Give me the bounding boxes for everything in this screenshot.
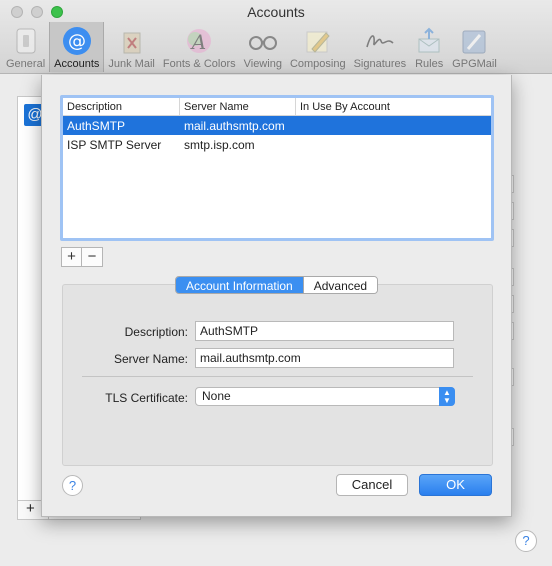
cancel-button[interactable]: Cancel <box>336 474 408 496</box>
settings-tab-control: Account Information Advanced <box>175 276 379 294</box>
server-settings-box <box>62 284 493 466</box>
smtp-server-sheet: Description Server Name In Use By Accoun… <box>41 75 512 517</box>
toolbar-item-label: Junk Mail <box>108 58 155 70</box>
table-header: Description Server Name In Use By Accoun… <box>63 98 491 116</box>
column-header-in-use[interactable]: In Use By Account <box>296 98 491 115</box>
font-a-icon: A <box>184 26 214 56</box>
toolbar-item-accounts[interactable]: @ Accounts <box>49 22 105 72</box>
column-header-server-name[interactable]: Server Name <box>180 98 296 115</box>
svg-text:@: @ <box>68 31 86 52</box>
trash-icon <box>117 26 147 56</box>
table-row[interactable]: ISP SMTP Server smtp.isp.com <box>63 135 491 154</box>
window-title: Accounts <box>247 4 305 20</box>
switch-icon <box>11 26 41 56</box>
ok-button[interactable]: OK <box>419 474 492 496</box>
svg-text:A: A <box>190 30 206 54</box>
toolbar-item-general[interactable]: General <box>2 22 49 72</box>
description-label: Description: <box>124 325 188 339</box>
glasses-icon <box>248 26 278 56</box>
toolbar-item-gpgmail[interactable]: GPGMail <box>448 22 501 72</box>
toolbar-item-label: Signatures <box>353 58 407 70</box>
pane-help-button[interactable]: ? <box>515 530 537 552</box>
signature-icon <box>365 26 395 56</box>
help-button[interactable]: ? <box>62 475 83 496</box>
column-header-description[interactable]: Description <box>63 98 180 115</box>
toolbar-item-label: Viewing <box>243 58 282 70</box>
updown-chevron-icon: ▲ ▼ <box>439 387 455 406</box>
smtp-server-table: Description Server Name In Use By Accoun… <box>60 95 494 241</box>
add-remove-controls: + − <box>61 247 103 267</box>
server-name-field[interactable] <box>195 348 454 368</box>
cell-description: AuthSMTP <box>67 118 126 133</box>
toolbar-item-label: Rules <box>415 58 444 70</box>
remove-server-button[interactable]: − <box>82 247 103 267</box>
toolbar-item-composing[interactable]: Composing <box>286 22 350 72</box>
form-divider <box>82 376 473 377</box>
toolbar-item-label: Composing <box>289 58 346 70</box>
envelope-arrows-icon <box>414 26 444 56</box>
toolbar-item-rules[interactable]: Rules <box>410 22 448 72</box>
tls-certificate-select[interactable]: None ▲ ▼ <box>195 387 455 406</box>
toolbar-item-label: Accounts <box>54 58 100 70</box>
preferences-toolbar: General @ Accounts Junk Mail A Fonts & C… <box>2 22 501 72</box>
toolbar-item-viewing[interactable]: Viewing <box>240 22 286 72</box>
cell-description: ISP SMTP Server <box>67 137 162 152</box>
pencil-icon <box>303 26 333 56</box>
window-titlebar: Accounts General @ Accounts Junk Mail A … <box>0 0 552 74</box>
gpg-icon <box>459 26 489 56</box>
toolbar-item-label: General <box>6 58 46 70</box>
toolbar-item-fonts-colors[interactable]: A Fonts & Colors <box>159 22 240 72</box>
cell-server-name: smtp.isp.com <box>184 137 255 152</box>
server-name-label: Server Name: <box>113 352 188 366</box>
description-field[interactable] <box>195 321 454 341</box>
at-sign-icon: @ <box>62 26 92 56</box>
cell-server-name: mail.authsmtp.com <box>184 118 285 133</box>
tab-account-information[interactable]: Account Information <box>176 277 303 293</box>
toolbar-item-label: GPGMail <box>452 58 497 70</box>
toolbar-item-label: Fonts & Colors <box>162 58 236 70</box>
toolbar-item-signatures[interactable]: Signatures <box>350 22 411 72</box>
table-row[interactable]: AuthSMTP mail.authsmtp.com <box>63 116 491 135</box>
tab-advanced[interactable]: Advanced <box>302 277 378 293</box>
add-server-button[interactable]: + <box>61 247 82 267</box>
tls-certificate-value: None <box>202 389 231 403</box>
tls-certificate-label: TLS Certificate: <box>105 391 188 405</box>
toolbar-item-junk-mail[interactable]: Junk Mail <box>104 22 158 72</box>
